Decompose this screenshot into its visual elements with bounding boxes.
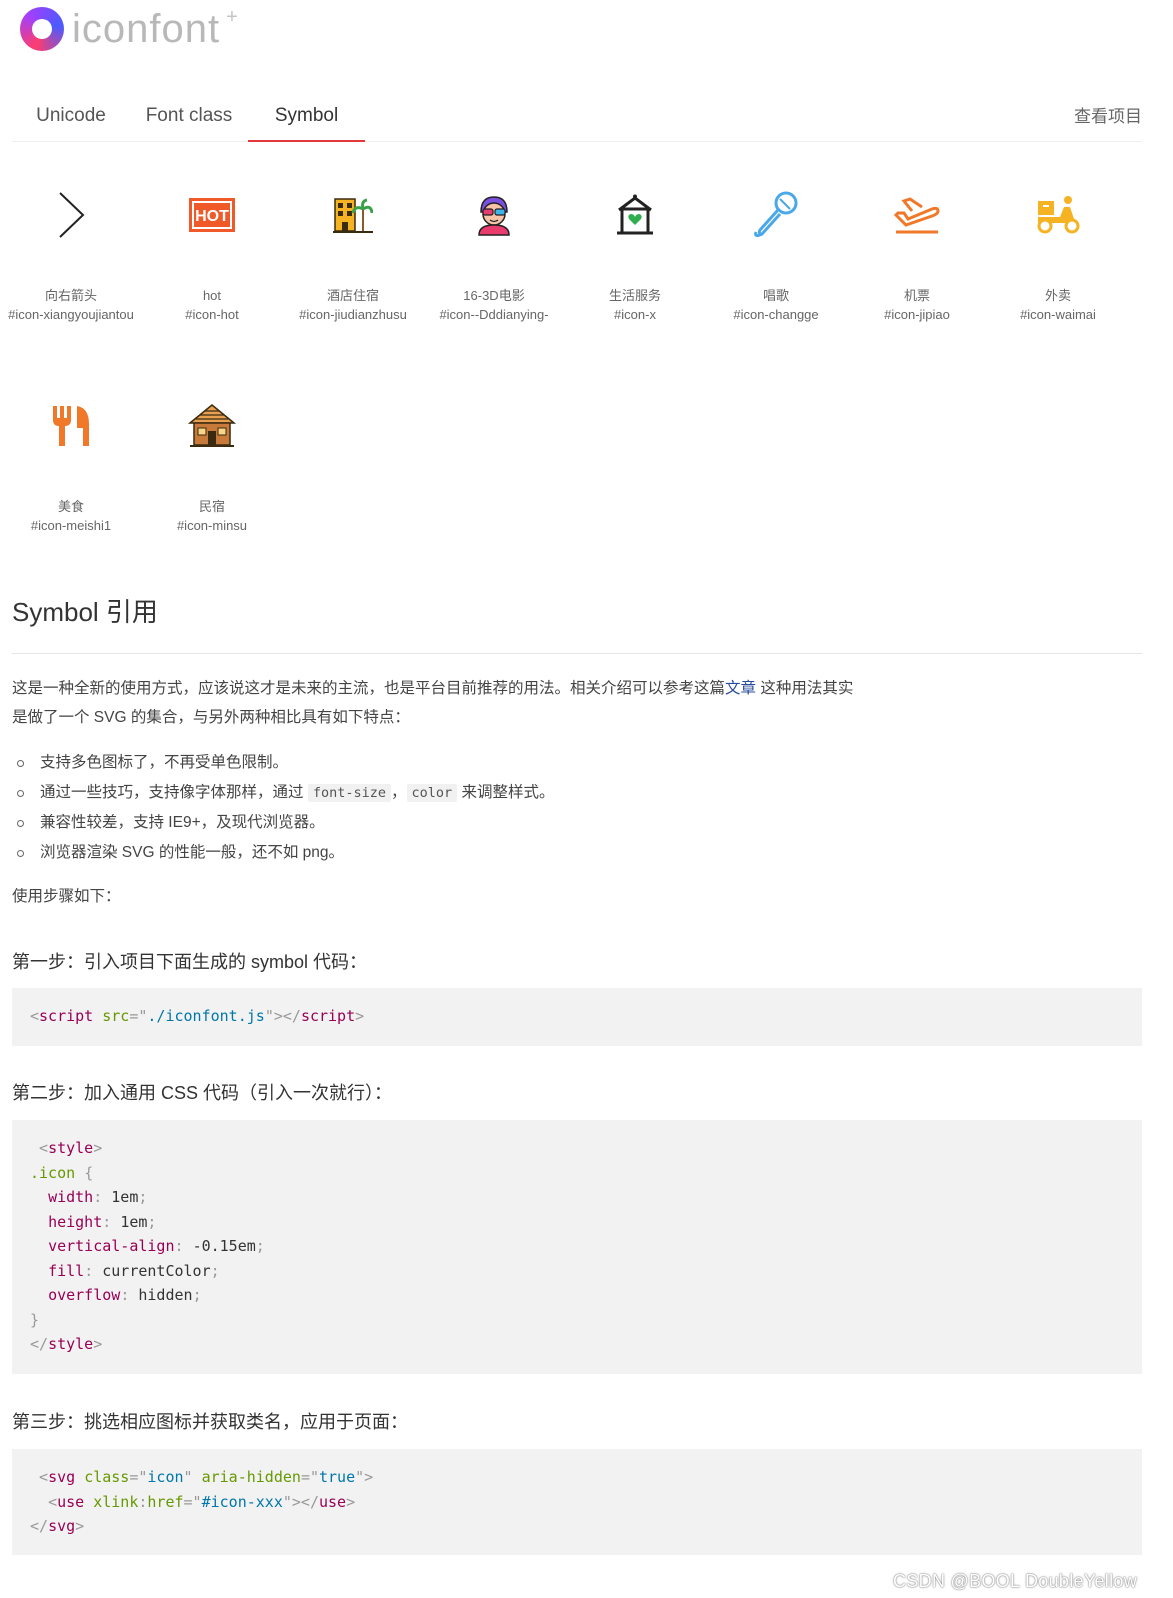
section-title: Symbol 引用 xyxy=(12,592,1142,654)
icon-item-name: 16-3D电影 xyxy=(463,288,525,303)
feature-text: 通过一些技巧，支持像字体那样，通过 xyxy=(40,784,304,801)
brand-name: iconfont xyxy=(72,6,221,51)
tab-unicode[interactable]: Unicode xyxy=(12,92,130,142)
icon-item-name: hot xyxy=(202,288,222,303)
hotel-icon xyxy=(282,160,424,270)
homestay-icon xyxy=(141,371,283,481)
feature-separator: ， xyxy=(390,784,407,801)
svg-text:HOT: HOT xyxy=(195,208,229,225)
icon-item[interactable]: 生活服务 #icon-x xyxy=(564,160,706,323)
tab-symbol[interactable]: Symbol xyxy=(248,92,365,142)
view-project-link[interactable]: 查看项目 xyxy=(1074,92,1142,142)
icon-item-code: #icon-waimai xyxy=(1020,307,1096,322)
icon-item[interactable]: 酒店住宿 #icon-jiudianzhusu xyxy=(282,160,424,323)
icon-item[interactable]: 美食 #icon-meishi1 xyxy=(0,371,142,534)
icon-item-name: 美食 xyxy=(57,499,84,514)
intro-paragraph: 这是一种全新的使用方式，应该说这才是未来的主流，也是平台目前推荐的用法。相关介绍… xyxy=(12,674,932,732)
icon-item-name: 唱歌 xyxy=(762,288,789,303)
icon-item[interactable]: 16-3D电影 #icon--Dddianying- xyxy=(423,160,565,323)
chevron-right-icon xyxy=(0,160,142,270)
article-link[interactable]: 文章 xyxy=(725,680,756,697)
delivery-scooter-icon xyxy=(987,160,1129,270)
intro-text-1: 这是一种全新的使用方式，应该说这才是未来的主流，也是平台目前推荐的用法。相关介绍… xyxy=(12,680,726,697)
step-2-heading: 第二步：加入通用 CSS 代码（引入一次就行）： xyxy=(12,1083,393,1103)
iconfont-logo[interactable]: iconfont + xyxy=(20,6,238,52)
icon-item-name: 外卖 xyxy=(1044,288,1071,303)
icon-item[interactable]: 唱歌 #icon-changge xyxy=(705,160,847,323)
airplane-icon xyxy=(846,160,988,270)
icon-item[interactable]: 外卖 #icon-waimai xyxy=(987,160,1129,323)
icon-item[interactable]: 民宿 #icon-minsu xyxy=(141,371,283,534)
feature-item: 浏览器渲染 SVG 的性能一般，还不如 png。 xyxy=(12,838,554,868)
steps-intro: 使用步骤如下： xyxy=(12,888,121,905)
icon-item[interactable]: HOT hot #icon-hot xyxy=(141,160,283,323)
inline-code-font-size: font-size xyxy=(307,784,391,802)
icon-item-code: #icon-changge xyxy=(733,307,819,322)
icon-item-code: #icon-hot xyxy=(185,307,239,322)
icon-item-code: #icon-xiangyoujiantou xyxy=(8,307,134,322)
icon-item-code: #icon-x xyxy=(614,307,656,322)
hot-icon: HOT xyxy=(141,160,283,270)
code-block-script[interactable]: <script src="./iconfont.js"></script> xyxy=(12,988,1142,1046)
icon-item-code: #icon-meishi1 xyxy=(30,518,112,533)
code-block-svg[interactable]: <svg class="icon" aria-hidden="true"> <u… xyxy=(12,1449,1142,1555)
inline-code-color: color xyxy=(406,784,458,802)
icon-item-code: #icon-jipiao xyxy=(884,307,950,322)
feature-list: 支持多色图标了，不再受单色限制。 通过一些技巧，支持像字体那样，通过 font-… xyxy=(12,748,554,868)
watermark: CSDN @BOOL DoubleYellow xyxy=(893,1571,1137,1591)
icon-item-name: 向右箭头 xyxy=(44,288,97,303)
intro-text-2: 这种用法其实 xyxy=(756,680,854,697)
icon-item-code: #icon--Dddianying- xyxy=(439,307,549,322)
step-1-heading: 第一步：引入项目下面生成的 symbol 代码： xyxy=(12,952,368,972)
icon-item-name: 生活服务 xyxy=(608,288,661,303)
icon-item-name: 机票 xyxy=(903,288,930,303)
life-service-icon xyxy=(564,160,706,270)
icon-item-name: 民宿 xyxy=(198,499,225,514)
step-3-heading: 第三步：挑选相应图标并获取类名，应用于页面： xyxy=(12,1412,408,1432)
icon-item[interactable]: 向右箭头 #icon-xiangyoujiantou xyxy=(0,160,142,323)
intro-text-3: 是做了一个 SVG 的集合，与另外两种相比具有如下特点： xyxy=(12,709,410,726)
microphone-icon xyxy=(705,160,847,270)
tab-font-class[interactable]: Font class xyxy=(130,92,248,142)
feature-text-tail: 来调整样式。 xyxy=(457,784,555,801)
code-block-css[interactable]: <style> .icon { width: 1em; height: 1em;… xyxy=(12,1120,1142,1374)
feature-item: 通过一些技巧，支持像字体那样，通过 font-size， color 来调整样式。 xyxy=(12,778,554,808)
icon-item-name: 酒店住宿 xyxy=(326,288,379,303)
icon-item-code: #icon-minsu xyxy=(176,518,248,533)
feature-item: 支持多色图标了，不再受单色限制。 xyxy=(12,748,554,778)
icon-item-code: #icon-jiudianzhusu xyxy=(299,307,407,322)
food-icon xyxy=(0,371,142,481)
tab-bar: Unicode Font class Symbol 查看项目 xyxy=(12,92,1142,142)
3d-movie-icon xyxy=(423,160,565,270)
iconfont-logo-icon xyxy=(20,7,64,51)
feature-item: 兼容性较差，支持 IE9+，及现代浏览器。 xyxy=(12,808,554,838)
brand-plus: + xyxy=(226,5,238,28)
icon-item[interactable]: 机票 #icon-jipiao xyxy=(846,160,988,323)
